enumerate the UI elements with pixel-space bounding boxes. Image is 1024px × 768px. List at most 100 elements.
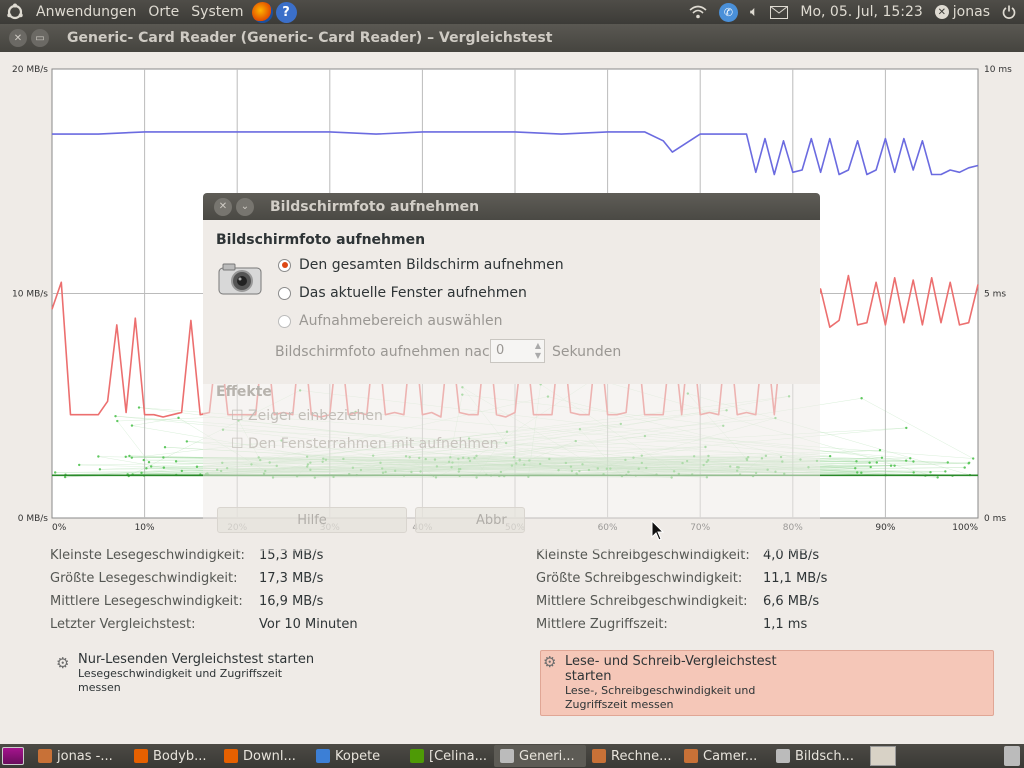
clock[interactable]: Mo, 05. Jul, 15:23 bbox=[800, 4, 922, 20]
workspace-switcher-icon[interactable] bbox=[870, 746, 896, 766]
menu-system[interactable]: System bbox=[185, 4, 249, 20]
access-time-point bbox=[854, 467, 857, 470]
trash-icon[interactable] bbox=[1004, 746, 1020, 766]
taskbar-item[interactable]: Bildsch... bbox=[770, 745, 862, 767]
access-time-point bbox=[180, 469, 184, 473]
radio-select-area[interactable] bbox=[278, 314, 291, 328]
access-time-point bbox=[875, 461, 878, 464]
power-icon[interactable] bbox=[1002, 0, 1016, 24]
access-time-point bbox=[936, 476, 939, 479]
help-icon[interactable]: ? bbox=[275, 0, 297, 24]
firefox-icon[interactable] bbox=[251, 0, 273, 24]
mouse-cursor-icon bbox=[651, 520, 665, 541]
delay-spinbox[interactable]: 0 ▲ ▼ bbox=[490, 339, 545, 363]
access-time-point bbox=[124, 455, 127, 458]
access-time-point bbox=[137, 406, 141, 409]
taskbar-item[interactable]: Kopete bbox=[310, 745, 404, 767]
read-stat-value: Vor 10 Minuten bbox=[259, 617, 358, 632]
taskbar-item[interactable]: Camer... bbox=[678, 745, 770, 767]
gear-icon: ⚙ bbox=[543, 653, 557, 671]
access-time-point bbox=[145, 467, 148, 470]
effects-heading: Effekte bbox=[216, 384, 272, 400]
radio-whole-screen[interactable] bbox=[278, 258, 291, 272]
option-current-window[interactable]: Das aktuelle Fenster aufnehmen bbox=[278, 285, 527, 301]
write-stat-label: Mittlere Zugriffszeit: bbox=[536, 617, 668, 632]
menu-applications[interactable]: Anwendungen bbox=[30, 4, 142, 20]
firefox-icon bbox=[134, 749, 148, 763]
write-benchmark-title-1: Lese- und Schreib-Vergleichstest bbox=[565, 654, 777, 669]
read-only-benchmark-button[interactable]: ⚙ Nur-Lesenden Vergleichstest starten Le… bbox=[54, 652, 354, 702]
camera-icon bbox=[217, 260, 263, 296]
write-stat-label: Größte Schreibgeschwindigkeit: bbox=[536, 571, 743, 586]
taskbar-item[interactable]: [Celina... bbox=[404, 745, 494, 767]
taskbar-item[interactable]: Rechne... bbox=[586, 745, 678, 767]
kopete-icon bbox=[316, 749, 330, 763]
taskbar-item-label: Bodyb... bbox=[153, 748, 207, 764]
minimize-dialog-button[interactable]: ⌄ bbox=[236, 197, 254, 216]
effect-include-pointer[interactable]: ☐ Zeiger einbeziehen bbox=[231, 408, 383, 424]
option-whole-screen-label: Den gesamten Bildschirm aufnehmen bbox=[299, 257, 564, 273]
window-titlebar[interactable]: ✕ ▭ Generic- Card Reader (Generic- Card … bbox=[0, 24, 1024, 52]
mail-icon[interactable] bbox=[770, 0, 789, 24]
delay-label: Bildschirmfoto aufnehmen nach bbox=[275, 344, 499, 360]
y-right-tick-label: 5 ms bbox=[984, 290, 1006, 300]
window-title: Generic- Card Reader (Generic- Card Read… bbox=[67, 30, 553, 46]
delay-value: 0 bbox=[496, 343, 505, 358]
read-stat-label: Größte Lesegeschwindigkeit: bbox=[50, 571, 238, 586]
access-time-point bbox=[860, 397, 863, 400]
taskbar-item[interactable]: Bodyb... bbox=[128, 745, 218, 767]
show-desktop-icon[interactable] bbox=[2, 747, 24, 765]
close-window-button[interactable]: ✕ bbox=[9, 29, 27, 47]
user-menu[interactable]: ✕ jonas bbox=[934, 4, 990, 20]
taskbar-item-label: Generi... bbox=[519, 748, 575, 764]
menu-places[interactable]: Orte bbox=[142, 4, 185, 20]
network-icon[interactable] bbox=[689, 0, 707, 24]
close-dialog-button[interactable]: ✕ bbox=[214, 197, 232, 216]
taskbar-item-label: Rechne... bbox=[611, 748, 672, 764]
dialog-titlebar[interactable]: ✕ ⌄ Bildschirmfoto aufnehmen bbox=[203, 193, 820, 220]
taskbar-item[interactable]: Downl... bbox=[218, 745, 310, 767]
delay-unit: Sekunden bbox=[552, 344, 622, 360]
access-time-point bbox=[140, 471, 143, 475]
read-benchmark-title: Nur-Lesenden Vergleichstest starten bbox=[78, 652, 315, 667]
y-right-tick-label: 10 ms bbox=[984, 65, 1012, 75]
user-name: jonas bbox=[952, 4, 990, 20]
radio-current-window[interactable] bbox=[278, 286, 291, 300]
taskbar-item[interactable]: jonas -... bbox=[32, 745, 128, 767]
read-benchmark-desc-1: Lesegeschwindigkeit und Zugriffszeit bbox=[78, 667, 283, 680]
cancel-button[interactable]: Abbr bbox=[415, 507, 525, 533]
read-stat-value: 16,9 MB/s bbox=[259, 594, 324, 609]
access-time-point bbox=[142, 458, 145, 462]
camera-icon bbox=[776, 749, 790, 763]
y-left-tick-label: 0 MB/s bbox=[18, 514, 49, 524]
write-benchmark-title-2: starten bbox=[565, 669, 612, 684]
read-write-benchmark-button[interactable]: ⚙ Lese- und Schreib-Vergleichstest start… bbox=[540, 650, 994, 716]
taskbar-item-label: Bildsch... bbox=[795, 748, 854, 764]
top-panel: Anwendungen Orte System ? ✆ 🔈︎ Mo, 05. J… bbox=[0, 0, 1024, 24]
minimize-window-button[interactable]: ▭ bbox=[31, 29, 49, 47]
folder-icon bbox=[684, 749, 698, 763]
dialog-title: Bildschirmfoto aufnehmen bbox=[270, 198, 480, 215]
chat-icon[interactable]: ✆ bbox=[718, 0, 738, 24]
x-tick-label: 100% bbox=[952, 523, 978, 533]
effect-include-border[interactable]: ☐ Den Fensterrahmen mit aufnehmen bbox=[231, 436, 499, 452]
taskbar-item-label: Kopete bbox=[335, 748, 381, 764]
option-select-area[interactable]: Aufnahmebereich auswählen bbox=[278, 313, 502, 329]
access-time-point bbox=[889, 464, 893, 467]
task-list: jonas -... Bodyb... Downl... Kopete [Celina.… bbox=[32, 745, 862, 767]
taskbar-item-label: jonas -... bbox=[57, 748, 113, 764]
ubuntu-logo-icon[interactable] bbox=[0, 0, 30, 24]
read-stat-value: 17,3 MB/s bbox=[259, 571, 324, 586]
access-time-point bbox=[912, 471, 915, 474]
spin-arrows-icon: ▲ ▼ bbox=[534, 341, 541, 360]
x-tick-label: 0% bbox=[52, 523, 67, 533]
write-stat-value: 6,6 MB/s bbox=[763, 594, 820, 609]
volume-icon[interactable]: 🔈︎ bbox=[750, 0, 758, 24]
read-stat-label: Mittlere Lesegeschwindigkeit: bbox=[50, 594, 243, 609]
taskbar-item[interactable]: Generi... bbox=[494, 745, 586, 767]
access-time-point bbox=[944, 470, 947, 473]
option-whole-screen[interactable]: Den gesamten Bildschirm aufnehmen bbox=[278, 257, 564, 273]
folder-icon bbox=[592, 749, 606, 763]
help-button[interactable]: Hilfe bbox=[217, 507, 407, 533]
access-time-point bbox=[880, 456, 884, 459]
